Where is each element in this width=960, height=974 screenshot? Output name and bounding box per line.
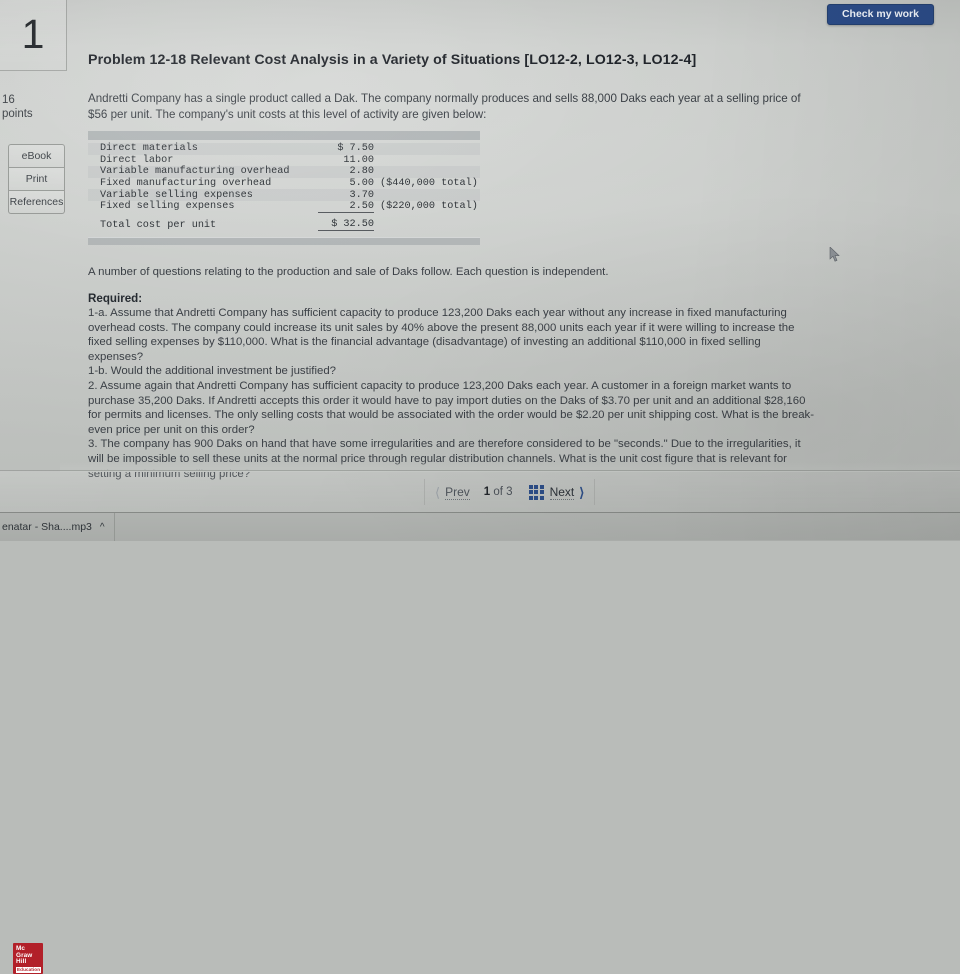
- question-number: 1: [21, 10, 45, 57]
- table-spacer: [88, 213, 480, 218]
- mcgraw-hill-logo: Mc Graw Hill Education: [13, 943, 43, 974]
- points-label: points: [2, 108, 33, 120]
- cost-row-name: Variable manufacturing overhead: [100, 166, 290, 178]
- after-table-paragraph: A number of questions relating to the pr…: [88, 266, 609, 278]
- cost-row-amount: 2.50: [318, 201, 374, 213]
- cost-row-name: Fixed manufacturing overhead: [100, 178, 272, 190]
- download-shelf: enatar - Sha....mp3 ^: [0, 512, 960, 541]
- chevron-up-icon[interactable]: ^: [100, 522, 105, 533]
- download-item[interactable]: enatar - Sha....mp3 ^: [0, 513, 115, 541]
- page-indicator: 1 of 3: [484, 486, 513, 498]
- table-row: Direct materials $ 7.50: [88, 143, 480, 155]
- next-button[interactable]: Next ⟩: [549, 484, 585, 500]
- prev-button-label: Prev: [445, 484, 470, 500]
- cost-row-note: ($440,000 total): [380, 178, 478, 190]
- cost-row-name: Direct materials: [100, 143, 198, 155]
- ebook-button[interactable]: eBook: [8, 144, 65, 168]
- chevron-left-icon: ⟨: [435, 484, 441, 500]
- download-item-label: enatar - Sha....mp3: [2, 521, 92, 533]
- points-value: 16: [2, 94, 15, 106]
- points-indicator: 16 points: [2, 93, 64, 121]
- cost-row-amount: 2.80: [349, 166, 374, 178]
- cost-row-amount: $ 7.50: [337, 143, 374, 155]
- page-total: 3: [506, 486, 513, 498]
- resource-button-group: eBook Print References: [8, 144, 65, 214]
- mouse-cursor: [829, 247, 840, 262]
- required-heading: Required:: [88, 292, 143, 305]
- references-button[interactable]: References: [8, 191, 65, 214]
- page-title: Problem 12-18 Relevant Cost Analysis in …: [88, 52, 697, 68]
- prev-button[interactable]: ⟨ Prev: [435, 485, 470, 500]
- logo-line-4: Education: [16, 966, 42, 974]
- cost-row-name: Variable selling expenses: [100, 189, 253, 201]
- photographed-screen: 1 16 points eBook Print References Check…: [0, 0, 960, 974]
- requirements-list: 1-a. Assume that Andretti Company has su…: [88, 306, 818, 481]
- cost-row-amount: 5.00: [349, 178, 374, 190]
- cost-row-amount: 11.00: [343, 154, 374, 166]
- table-row: Variable selling expenses 3.70: [88, 189, 480, 201]
- next-button-label: Next: [549, 484, 575, 500]
- chevron-right-icon: ⟩: [579, 484, 585, 500]
- question-number-box: 1: [0, 0, 67, 71]
- logo-line-3: Hill: [16, 958, 27, 966]
- print-button[interactable]: Print: [8, 168, 65, 191]
- table-row: Fixed selling expenses 2.50 ($220,000 to…: [88, 201, 480, 213]
- unit-cost-table: Direct materials $ 7.50 Direct labor 11.…: [88, 131, 480, 246]
- assignment-footer: ⟨ Prev 1 of 3 Next ⟩ Mc Graw Hill Educat…: [0, 470, 960, 974]
- cost-row-name: Direct labor: [100, 154, 174, 166]
- grid-view-icon[interactable]: [528, 484, 544, 500]
- pagination-nav: ⟨ Prev 1 of 3 Next ⟩: [424, 479, 596, 505]
- table-row: Variable manufacturing overhead 2.80: [88, 166, 480, 178]
- intro-paragraph: Andretti Company has a single product ca…: [88, 92, 801, 121]
- total-row-amount: $ 32.50: [318, 219, 374, 232]
- table-total-row: Total cost per unit $ 32.50: [88, 219, 480, 232]
- page-current: 1: [483, 486, 491, 498]
- cost-row-name: Fixed selling expenses: [100, 201, 235, 213]
- requirement-1a: 1-a. Assume that Andretti Company has su…: [88, 307, 795, 363]
- table-row: Fixed manufacturing overhead 5.00 ($440,…: [88, 178, 480, 190]
- requirement-2: 2. Assume again that Andretti Company ha…: [88, 379, 815, 436]
- cost-row-amount: 3.70: [349, 189, 374, 201]
- check-my-work-button[interactable]: Check my work: [826, 4, 934, 25]
- page-of-label: of: [493, 486, 503, 498]
- table-rows: Direct materials $ 7.50 Direct labor 11.…: [88, 140, 480, 232]
- table-bottom-bar: [88, 237, 480, 246]
- cost-row-note: ($220,000 total): [380, 201, 478, 213]
- requirement-1b: 1-b. Would the additional investment be …: [88, 365, 337, 378]
- total-row-name: Total cost per unit: [100, 219, 217, 231]
- table-top-bar: [88, 131, 480, 140]
- assignment-page: 1 16 points eBook Print References Check…: [0, 0, 960, 480]
- table-row: Direct labor 11.00: [88, 155, 480, 167]
